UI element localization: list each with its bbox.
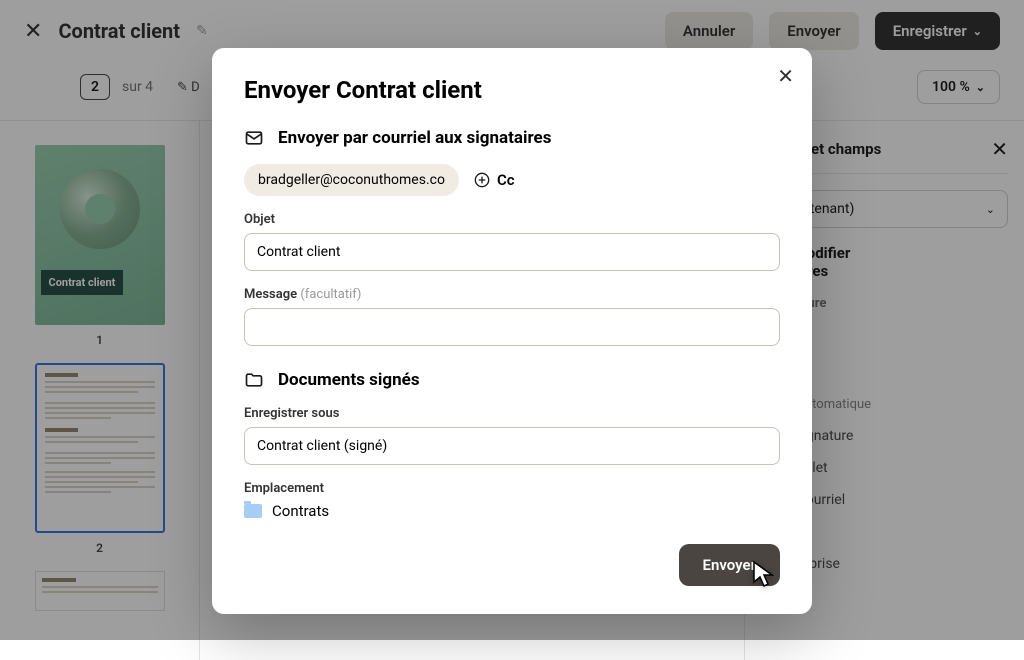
- folder-icon: [244, 370, 264, 390]
- saveas-label: Enregistrer sous: [244, 406, 780, 421]
- message-input[interactable]: [244, 308, 780, 346]
- plus-icon: [473, 171, 491, 189]
- send-button[interactable]: Envoyer: [679, 544, 780, 586]
- modal-overlay: ✕ Envoyer Contrat client Envoyer par cou…: [0, 0, 1024, 640]
- section-email-label: Envoyer par courriel aux signataires: [278, 128, 551, 148]
- message-label: Message (facultatif): [244, 287, 780, 302]
- section-docs-label: Documents signés: [278, 370, 420, 390]
- email-chip[interactable]: bradgeller@coconuthomes.co: [244, 164, 459, 196]
- subject-input[interactable]: [244, 233, 780, 271]
- folder-icon: [244, 504, 262, 518]
- close-icon[interactable]: ✕: [777, 64, 794, 88]
- send-modal: ✕ Envoyer Contrat client Envoyer par cou…: [212, 48, 812, 614]
- location-label: Emplacement: [244, 481, 780, 496]
- subject-label: Objet: [244, 212, 780, 227]
- modal-title: Envoyer Contrat client: [244, 76, 780, 104]
- add-cc-button[interactable]: Cc: [473, 171, 515, 189]
- location-folder[interactable]: Contrats: [244, 502, 780, 520]
- saveas-input[interactable]: [244, 427, 780, 465]
- mail-icon: [244, 128, 264, 148]
